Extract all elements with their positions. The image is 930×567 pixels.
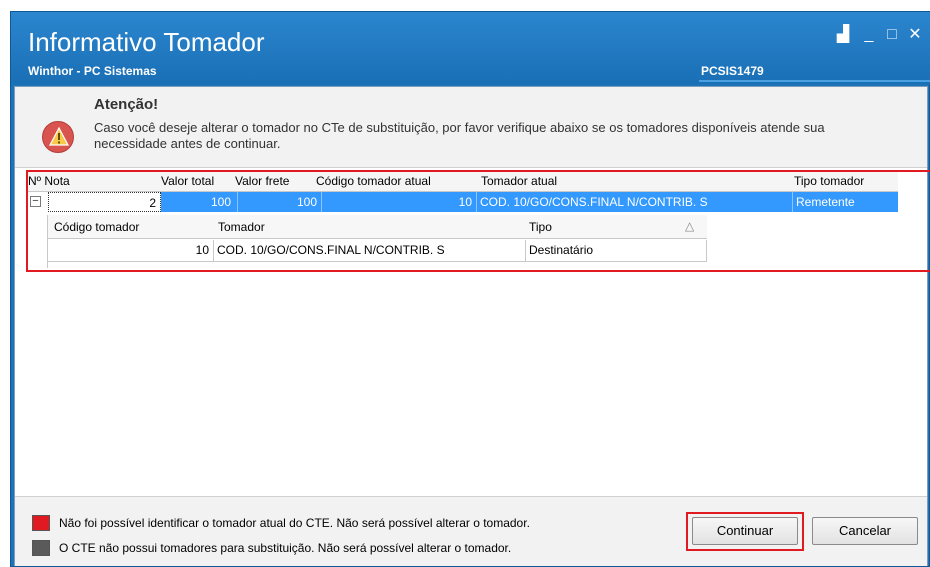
header-valor-frete[interactable]: Valor frete — [235, 174, 289, 188]
minimize-icon[interactable]: _ — [860, 26, 878, 44]
column-divider — [213, 240, 214, 262]
routine-code: PCSIS1479 — [701, 64, 764, 78]
dialog-content: Atenção! Caso você deseje alterar o toma… — [14, 86, 930, 566]
window-title: Informativo Tomador — [28, 27, 265, 57]
header-tipo-tomador[interactable]: Tipo tomador — [794, 174, 864, 188]
routine-code-underline — [699, 80, 930, 82]
header-tomador-atual[interactable]: Tomador atual — [481, 174, 557, 188]
column-divider — [476, 192, 477, 212]
tomador-grid: Nº Nota Valor total Valor frete Código t… — [26, 170, 930, 272]
main-grid-row[interactable]: − 2 100 100 10 COD. 10/GO/CONS.FINAL N/C… — [28, 192, 898, 212]
nota-value: 2 — [149, 196, 156, 210]
detail-grid: Código tomador Tomador Tipo △ 10 COD. 10… — [47, 215, 707, 268]
restore-icon[interactable]: ▟ — [834, 26, 852, 44]
column-divider — [525, 240, 526, 262]
alert-panel: Atenção! Caso você deseje alterar o toma… — [15, 87, 927, 168]
nota-cell[interactable]: 2 — [48, 192, 161, 212]
header-nota[interactable]: Nº Nota — [28, 174, 70, 188]
legend-red-swatch — [32, 515, 50, 531]
title-bar: Informativo Tomador Winthor - PC Sistema… — [11, 12, 930, 84]
header-valor-total[interactable]: Valor total — [161, 174, 214, 188]
header-tomador[interactable]: Tomador — [218, 220, 265, 234]
legend-item-no-current-tomador: Não foi possível identificar o tomador a… — [59, 516, 530, 530]
legend-item-no-substitutes: O CTE não possui tomadores para substitu… — [59, 541, 512, 555]
legend-gray-swatch — [32, 540, 50, 556]
header-codigo-tomador-atual[interactable]: Código tomador atual — [316, 174, 431, 188]
main-grid-header: Nº Nota Valor total Valor frete Código t… — [28, 172, 898, 192]
maximize-icon[interactable]: □ — [883, 26, 901, 44]
dialog-window: Informativo Tomador Winthor - PC Sistema… — [10, 11, 930, 567]
cancel-button[interactable]: Cancelar — [812, 517, 918, 545]
column-divider — [792, 192, 793, 212]
valor-total-value: 100 — [210, 195, 231, 209]
header-codigo-tomador[interactable]: Código tomador — [54, 220, 139, 234]
codigo-tomador-atual-value: 10 — [458, 195, 472, 209]
warning-icon — [42, 121, 74, 153]
continue-button[interactable]: Continuar — [692, 517, 798, 545]
codigo-tomador-value: 10 — [195, 243, 209, 257]
detail-grid-header: Código tomador Tomador Tipo △ — [48, 215, 707, 239]
header-tipo[interactable]: Tipo — [529, 220, 552, 234]
tipo-tomador-value: Remetente — [796, 195, 855, 209]
collapse-icon[interactable]: − — [30, 196, 41, 207]
alert-message: Caso você deseje alterar o tomador no CT… — [94, 120, 825, 151]
alert-title: Atenção! — [94, 96, 159, 113]
sort-ascending-icon[interactable]: △ — [685, 219, 694, 233]
tipo-value: Destinatário — [529, 243, 594, 257]
close-icon[interactable]: ✕ — [906, 26, 924, 44]
detail-grid-row[interactable]: 10 COD. 10/GO/CONS.FINAL N/CONTRIB. S De… — [48, 240, 707, 262]
tomador-atual-value: COD. 10/GO/CONS.FINAL N/CONTRIB. S — [480, 195, 708, 209]
valor-frete-value: 100 — [296, 195, 317, 209]
window-subtitle: Winthor - PC Sistemas — [28, 64, 157, 78]
column-divider — [706, 240, 707, 262]
tomador-value: COD. 10/GO/CONS.FINAL N/CONTRIB. S — [217, 243, 445, 257]
